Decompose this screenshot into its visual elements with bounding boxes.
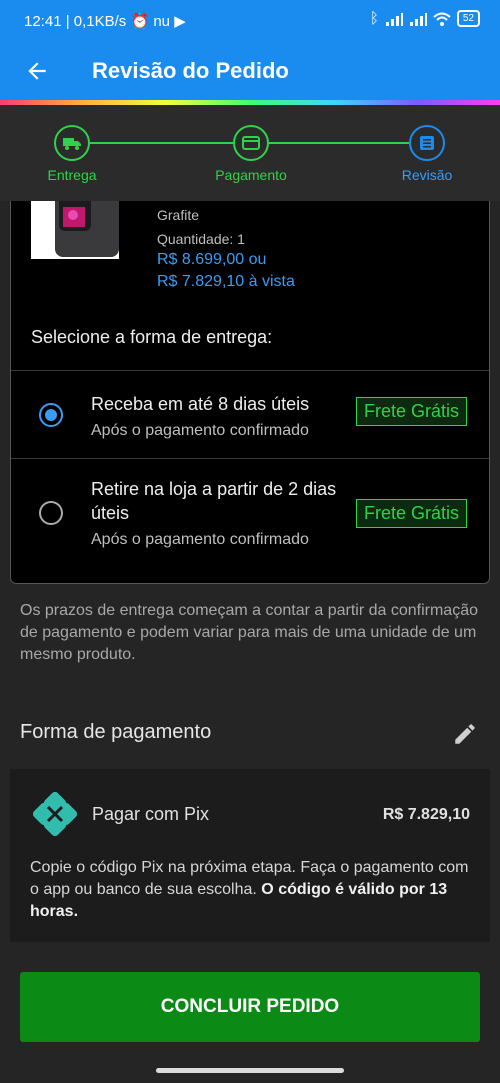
product-quantity: Quantidade: 1 bbox=[157, 231, 245, 247]
back-arrow-icon[interactable] bbox=[24, 58, 50, 84]
notification-glyph: nu bbox=[153, 13, 171, 30]
price-cash: R$ 7.829,10 à vista bbox=[157, 273, 295, 290]
payment-card: Pagar com Pix R$ 7.829,10 Copie o código… bbox=[10, 769, 490, 942]
product-info: Grafite Quantidade: 1 R$ 8.699,00 ou R$ … bbox=[157, 207, 295, 299]
signal-icon bbox=[385, 12, 403, 26]
step-connector bbox=[269, 142, 409, 144]
home-indicator[interactable] bbox=[156, 1068, 344, 1073]
delivery-note: Os prazos de entrega começam a contar a … bbox=[20, 602, 478, 663]
payment-heading: Forma de pagamento bbox=[20, 721, 212, 743]
free-shipping-badge: Frete Grátis bbox=[355, 397, 467, 426]
step-label-entrega: Entrega bbox=[47, 167, 97, 183]
list-icon bbox=[420, 136, 434, 150]
battery-icon: 52 bbox=[456, 10, 480, 27]
price-installments: R$ 8.699,00 ou bbox=[157, 251, 267, 268]
radio-selected[interactable] bbox=[39, 403, 63, 427]
order-card: Grafite Quantidade: 1 R$ 8.699,00 ou R$ … bbox=[10, 201, 490, 584]
status-time: 12:41 | 0,1KB/s ⏰ nu ▶ bbox=[24, 12, 186, 30]
status-icons: ᛒ 52 bbox=[370, 10, 480, 27]
product-image bbox=[31, 201, 119, 259]
delivery-option-title: Receba em até 8 dias úteis bbox=[91, 394, 310, 414]
conclude-order-button[interactable]: CONCLUIR PEDIDO bbox=[20, 972, 480, 1042]
alarm-off-icon: ⏰ bbox=[130, 13, 150, 30]
delivery-option-subtitle: Após o pagamento confirmado bbox=[91, 531, 309, 548]
bluetooth-icon: ᛒ bbox=[369, 10, 379, 27]
step-entrega[interactable] bbox=[54, 125, 90, 161]
step-connector bbox=[90, 142, 233, 144]
wifi-icon bbox=[433, 12, 451, 26]
payment-method: Pagar com Pix bbox=[92, 804, 210, 824]
truck-icon bbox=[63, 138, 81, 150]
checkout-stepper: Entrega Pagamento Revisão bbox=[0, 105, 500, 201]
radio-unselected[interactable] bbox=[39, 501, 63, 525]
card-icon bbox=[242, 136, 260, 150]
app-bar: Revisão do Pedido bbox=[0, 44, 500, 100]
product-color: Grafite bbox=[157, 207, 200, 223]
pix-icon bbox=[32, 791, 78, 837]
delivery-heading: Selecione a forma de entrega: bbox=[31, 327, 273, 347]
delivery-option-home[interactable]: Receba em até 8 dias úteis Após o pagame… bbox=[11, 370, 489, 458]
step-label-pagamento: Pagamento bbox=[215, 167, 287, 183]
delivery-option-title: Retire na loja a partir de 2 dias úteis bbox=[91, 479, 337, 523]
free-shipping-badge: Frete Grátis bbox=[355, 499, 467, 528]
youtube-icon: ▶ bbox=[174, 13, 186, 30]
status-bar: 12:41 | 0,1KB/s ⏰ nu ▶ ᛒ 52 bbox=[0, 0, 500, 44]
signal-icon-2 bbox=[409, 12, 427, 26]
top-bar: 12:41 | 0,1KB/s ⏰ nu ▶ ᛒ 52 Revisão do P… bbox=[0, 0, 500, 105]
step-revisao[interactable] bbox=[409, 125, 445, 161]
edit-pencil-icon[interactable] bbox=[452, 721, 478, 747]
step-label-revisao: Revisão bbox=[401, 167, 453, 183]
network-speed: | 0,1KB/s bbox=[65, 13, 127, 30]
delivery-option-subtitle: Após o pagamento confirmado bbox=[91, 422, 309, 439]
payment-description: Copie o código Pix na próxima etapa. Faç… bbox=[30, 857, 470, 923]
payment-amount: R$ 7.829,10 bbox=[382, 806, 470, 823]
step-pagamento[interactable] bbox=[233, 125, 269, 161]
page-title: Revisão do Pedido bbox=[92, 58, 289, 83]
clock: 12:41 bbox=[24, 13, 62, 30]
delivery-option-pickup[interactable]: Retire na loja a partir de 2 dias úteis … bbox=[11, 458, 489, 584]
